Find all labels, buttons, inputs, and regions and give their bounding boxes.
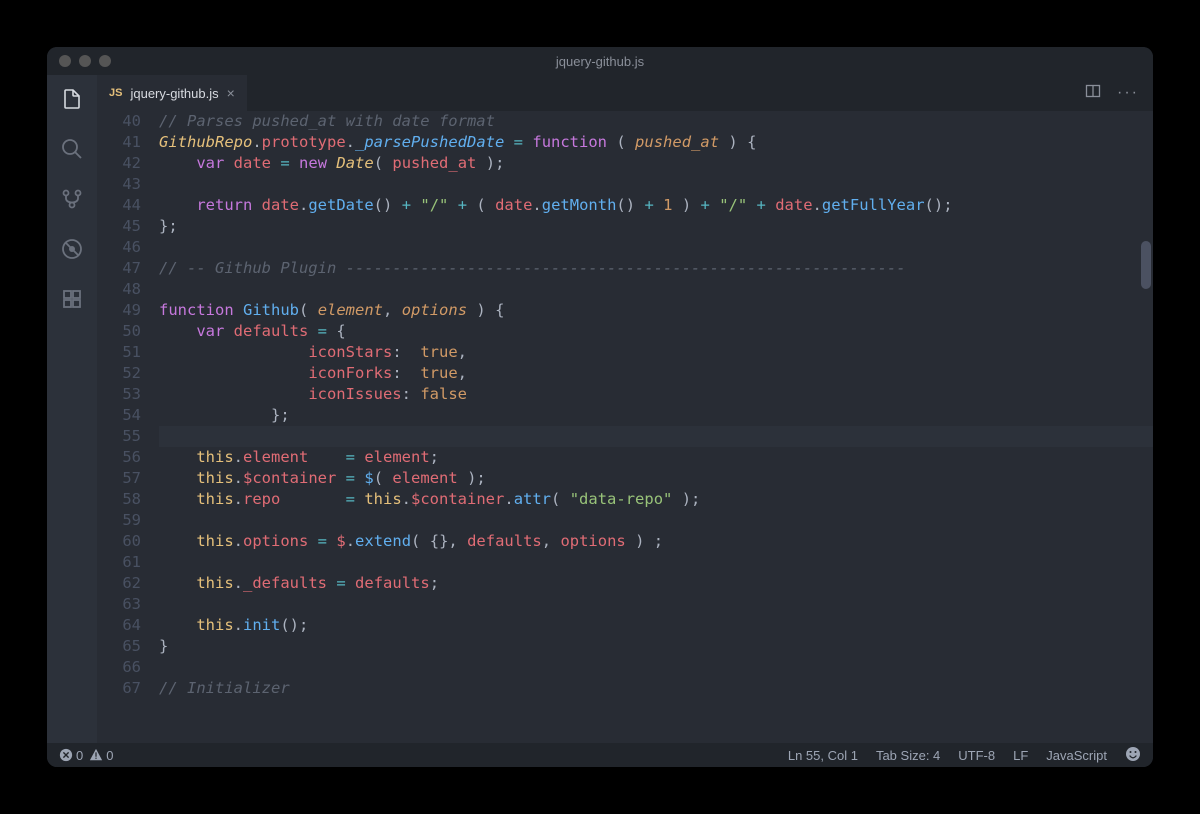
line-number: 53 — [97, 384, 141, 405]
code-content[interactable]: // Parses pushed_at with date formatGith… — [159, 111, 1153, 743]
line-number: 46 — [97, 237, 141, 258]
line-number: 65 — [97, 636, 141, 657]
tab-label: jquery-github.js — [130, 86, 218, 101]
line-number: 60 — [97, 531, 141, 552]
line-number: 44 — [97, 195, 141, 216]
explorer-icon[interactable] — [58, 85, 86, 113]
status-bar: 0 0 Ln 55, Col 1 Tab Size: 4 UTF-8 LF Ja… — [47, 743, 1153, 767]
code-line[interactable]: iconStars: true, — [159, 342, 1153, 363]
code-line[interactable]: iconIssues: false — [159, 384, 1153, 405]
code-line[interactable]: this.init(); — [159, 615, 1153, 636]
js-file-icon: JS — [109, 87, 122, 99]
language-picker[interactable]: JavaScript — [1046, 748, 1107, 763]
line-number: 51 — [97, 342, 141, 363]
line-number: 62 — [97, 573, 141, 594]
window-title: jquery-github.js — [556, 54, 644, 69]
code-line[interactable] — [159, 594, 1153, 615]
tab-jquery-github[interactable]: JS jquery-github.js × — [97, 75, 247, 111]
line-number: 40 — [97, 111, 141, 132]
code-line[interactable]: // Initializer — [159, 678, 1153, 699]
line-number: 55 — [97, 426, 141, 447]
feedback-icon[interactable] — [1125, 746, 1141, 765]
tab-bar: JS jquery-github.js × ··· — [97, 75, 1153, 111]
line-number: 47 — [97, 258, 141, 279]
code-line[interactable]: } — [159, 636, 1153, 657]
line-number: 56 — [97, 447, 141, 468]
code-line[interactable] — [159, 279, 1153, 300]
code-line[interactable]: this.element = element; — [159, 447, 1153, 468]
code-line[interactable] — [159, 174, 1153, 195]
code-line[interactable]: // Parses pushed_at with date format — [159, 111, 1153, 132]
code-line[interactable]: GithubRepo.prototype._parsePushedDate = … — [159, 132, 1153, 153]
line-number: 42 — [97, 153, 141, 174]
code-line[interactable] — [159, 237, 1153, 258]
line-number: 52 — [97, 363, 141, 384]
more-actions-icon[interactable]: ··· — [1117, 84, 1139, 102]
indentation-picker[interactable]: Tab Size: 4 — [876, 748, 940, 763]
code-line[interactable]: }; — [159, 216, 1153, 237]
code-line[interactable]: this.$container = $( element ); — [159, 468, 1153, 489]
line-number: 66 — [97, 657, 141, 678]
close-window-button[interactable] — [59, 55, 71, 67]
editor-window: jquery-github.js JS jquery — [47, 47, 1153, 767]
scrollbar-thumb[interactable] — [1141, 241, 1151, 289]
code-line[interactable]: var date = new Date( pushed_at ); — [159, 153, 1153, 174]
debug-icon[interactable] — [58, 235, 86, 263]
line-number: 63 — [97, 594, 141, 615]
code-line[interactable] — [159, 552, 1153, 573]
search-icon[interactable] — [58, 135, 86, 163]
line-number: 58 — [97, 489, 141, 510]
line-number: 45 — [97, 216, 141, 237]
line-number: 57 — [97, 468, 141, 489]
warnings-indicator[interactable]: 0 — [89, 748, 113, 763]
window-controls — [47, 55, 111, 67]
code-line[interactable] — [159, 510, 1153, 531]
minimize-window-button[interactable] — [79, 55, 91, 67]
line-number: 48 — [97, 279, 141, 300]
code-line[interactable]: var defaults = { — [159, 321, 1153, 342]
line-number: 49 — [97, 300, 141, 321]
errors-indicator[interactable]: 0 — [59, 748, 83, 763]
code-line[interactable]: function Github( element, options ) { — [159, 300, 1153, 321]
close-tab-icon[interactable]: × — [227, 85, 235, 101]
code-line[interactable]: iconForks: true, — [159, 363, 1153, 384]
encoding-picker[interactable]: UTF-8 — [958, 748, 995, 763]
code-line[interactable]: // -- Github Plugin --------------------… — [159, 258, 1153, 279]
line-number: 67 — [97, 678, 141, 699]
line-number: 43 — [97, 174, 141, 195]
line-number: 61 — [97, 552, 141, 573]
maximize-window-button[interactable] — [99, 55, 111, 67]
code-line[interactable] — [159, 426, 1153, 447]
code-line[interactable]: this.repo = this.$container.attr( "data-… — [159, 489, 1153, 510]
line-number: 41 — [97, 132, 141, 153]
extensions-icon[interactable] — [58, 285, 86, 313]
line-number: 59 — [97, 510, 141, 531]
source-control-icon[interactable] — [58, 185, 86, 213]
code-editor[interactable]: 4041424344454647484950515253545556575859… — [97, 111, 1153, 743]
line-number: 54 — [97, 405, 141, 426]
code-line[interactable]: this._defaults = defaults; — [159, 573, 1153, 594]
line-number: 50 — [97, 321, 141, 342]
eol-picker[interactable]: LF — [1013, 748, 1028, 763]
code-line[interactable] — [159, 657, 1153, 678]
code-line[interactable]: }; — [159, 405, 1153, 426]
activity-bar — [47, 75, 97, 743]
titlebar: jquery-github.js — [47, 47, 1153, 75]
code-line[interactable]: return date.getDate() + "/" + ( date.get… — [159, 195, 1153, 216]
line-number-gutter: 4041424344454647484950515253545556575859… — [97, 111, 159, 743]
split-editor-icon[interactable] — [1085, 83, 1101, 104]
cursor-position[interactable]: Ln 55, Col 1 — [788, 748, 858, 763]
line-number: 64 — [97, 615, 141, 636]
code-line[interactable]: this.options = $.extend( {}, defaults, o… — [159, 531, 1153, 552]
